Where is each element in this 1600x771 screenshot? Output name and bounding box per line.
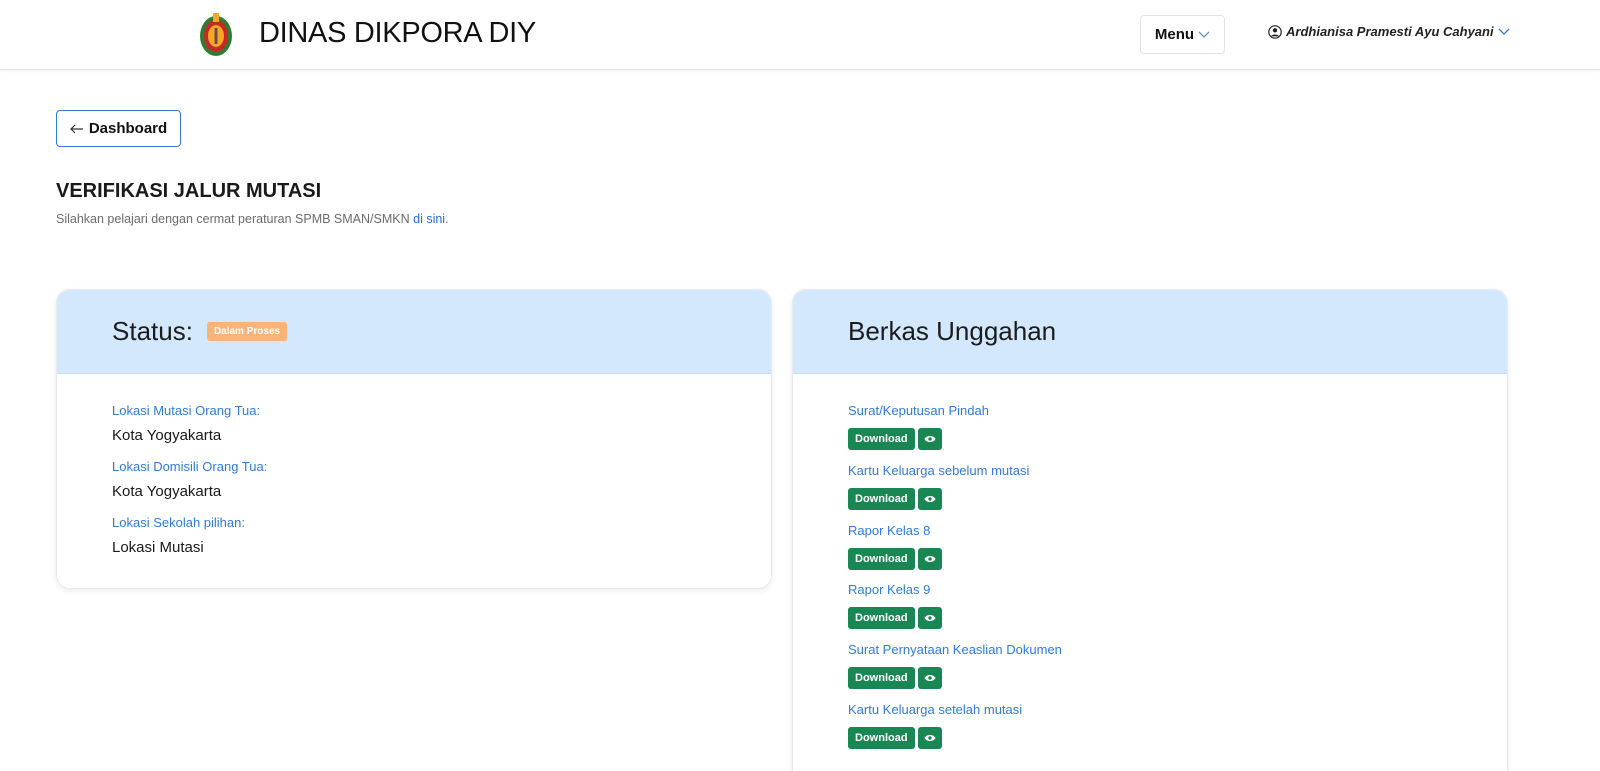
- file-label-keaslian-dokumen: Surat Pernyataan Keaslian Dokumen: [848, 642, 1062, 657]
- file-label-rapor-8: Rapor Kelas 8: [848, 523, 931, 538]
- menu-dropdown-button[interactable]: Menu: [1140, 15, 1225, 54]
- field-value-lokasi-mutasi: Kota Yogyakarta: [112, 427, 222, 444]
- eye-icon: [924, 615, 936, 621]
- dashboard-label: Dashboard: [88, 120, 168, 137]
- top-navbar: DINAS DIKPORA DIY Menu Ardhianisa Prames…: [0, 0, 1600, 70]
- subtitle-text: Silahkan pelajari dengan cermat peratura…: [56, 212, 414, 226]
- file-label-rapor-9: Rapor Kelas 9: [848, 582, 931, 597]
- eye-icon: [924, 556, 936, 562]
- field-label-lokasi-mutasi: Lokasi Mutasi Orang Tua:: [112, 403, 261, 418]
- file-actions: Download: [848, 488, 942, 510]
- field-label-lokasi-domisili: Lokasi Domisili Orang Tua:: [112, 459, 268, 474]
- brand-title[interactable]: DINAS DIKPORA DIY: [259, 17, 536, 50]
- view-button[interactable]: [917, 488, 942, 510]
- status-card-header: Status: Dalam Proses: [57, 290, 771, 374]
- chevron-down-icon: [1498, 28, 1510, 35]
- download-button[interactable]: Download: [848, 428, 915, 450]
- view-button[interactable]: [917, 727, 942, 749]
- file-label-kk-sebelum: Kartu Keluarga sebelum mutasi: [848, 463, 1030, 478]
- user-name: Ardhianisa Pramesti Ayu Cahyani: [1286, 24, 1494, 39]
- view-button[interactable]: [917, 667, 942, 689]
- files-card: Berkas Unggahan Surat/Keputusan Pindah D…: [792, 289, 1508, 771]
- eye-icon: [924, 496, 936, 502]
- rules-link[interactable]: di sini: [413, 212, 445, 226]
- menu-label: Menu: [1154, 26, 1195, 43]
- view-button[interactable]: [917, 548, 942, 570]
- dashboard-button[interactable]: Dashboard: [56, 110, 181, 147]
- page-title: VERIFIKASI JALUR MUTASI: [56, 180, 322, 202]
- download-button[interactable]: Download: [848, 727, 915, 749]
- chevron-down-icon: [1198, 31, 1210, 38]
- view-button[interactable]: [917, 428, 942, 450]
- files-card-header: Berkas Unggahan: [793, 290, 1507, 374]
- view-button[interactable]: [917, 607, 942, 629]
- field-label-lokasi-sekolah: Lokasi Sekolah pilihan:: [112, 515, 245, 530]
- status-badge: Dalam Proses: [206, 322, 288, 341]
- arrow-left-icon: [69, 124, 83, 133]
- status-card: Status: Dalam Proses Lokasi Mutasi Orang…: [56, 289, 772, 589]
- download-button[interactable]: Download: [848, 548, 915, 570]
- dikpora-logo: [200, 13, 232, 56]
- status-title: Status:: [112, 316, 193, 346]
- subtitle-end: .: [445, 212, 449, 226]
- file-actions: Download: [848, 548, 942, 570]
- field-value-lokasi-sekolah: Lokasi Mutasi: [112, 539, 204, 556]
- file-actions: Download: [848, 607, 942, 629]
- user-circle-icon: [1268, 24, 1282, 39]
- field-value-lokasi-domisili: Kota Yogyakarta: [112, 483, 222, 500]
- download-button[interactable]: Download: [848, 667, 915, 689]
- download-button[interactable]: Download: [848, 488, 915, 510]
- eye-icon: [924, 436, 936, 442]
- file-label-surat-pindah: Surat/Keputusan Pindah: [848, 403, 989, 418]
- file-actions: Download: [848, 428, 942, 450]
- user-menu[interactable]: Ardhianisa Pramesti Ayu Cahyani: [1268, 24, 1510, 39]
- eye-icon: [924, 675, 936, 681]
- file-actions: Download: [848, 727, 942, 749]
- files-title: Berkas Unggahan: [848, 316, 1057, 346]
- download-button[interactable]: Download: [848, 607, 915, 629]
- file-actions: Download: [848, 667, 942, 689]
- file-label-kk-setelah: Kartu Keluarga setelah mutasi: [848, 702, 1023, 717]
- eye-icon: [924, 735, 936, 741]
- page-subtitle: Silahkan pelajari dengan cermat peratura…: [56, 212, 449, 226]
